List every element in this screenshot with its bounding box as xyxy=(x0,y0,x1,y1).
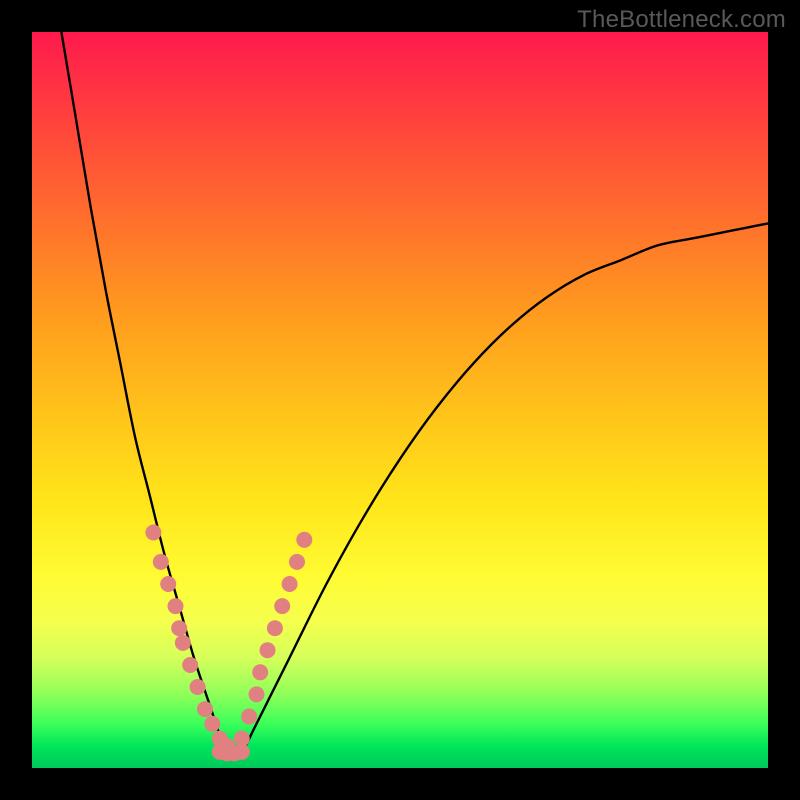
data-dot xyxy=(145,525,161,541)
data-dot xyxy=(175,635,191,651)
bottom-dots xyxy=(212,744,250,762)
right-curve xyxy=(238,223,768,753)
data-dot xyxy=(249,686,265,702)
data-dot xyxy=(282,576,298,592)
curve-layer xyxy=(32,32,768,768)
data-dot xyxy=(197,701,213,717)
data-dot xyxy=(160,576,176,592)
data-dot xyxy=(234,744,250,760)
data-dot xyxy=(267,620,283,636)
data-dot xyxy=(168,598,184,614)
watermark-text: TheBottleneck.com xyxy=(577,6,786,34)
data-dot xyxy=(153,554,169,570)
plot-area xyxy=(32,32,768,768)
data-dot xyxy=(204,716,220,732)
left-dots xyxy=(145,525,235,754)
data-dot xyxy=(252,664,268,680)
data-dot xyxy=(190,679,206,695)
data-dot xyxy=(274,598,290,614)
right-dots xyxy=(234,532,312,747)
data-dot xyxy=(289,554,305,570)
chart-frame: TheBottleneck.com xyxy=(0,0,800,800)
data-dot xyxy=(296,532,312,548)
data-dot xyxy=(182,657,198,673)
data-dot xyxy=(171,620,187,636)
left-curve xyxy=(61,32,230,753)
data-dot xyxy=(260,642,276,658)
data-dot xyxy=(241,709,257,725)
